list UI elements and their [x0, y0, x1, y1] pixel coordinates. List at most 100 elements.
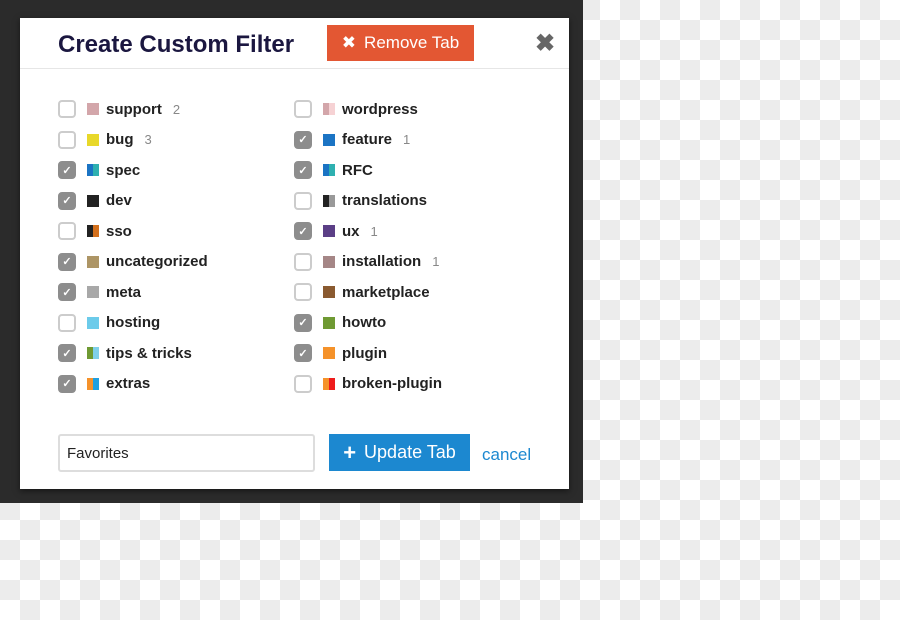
- swatch-color: [323, 286, 335, 299]
- filter-item[interactable]: ✓ ux 1: [294, 216, 442, 247]
- filter-checkbox[interactable]: [58, 130, 76, 149]
- filter-label: hosting: [106, 314, 161, 332]
- label-color-swatch: [323, 133, 335, 146]
- label-color-swatch: [87, 347, 99, 360]
- cancel-link[interactable]: cancel: [482, 445, 531, 465]
- filter-item[interactable]: marketplace: [294, 277, 442, 308]
- filter-item[interactable]: sso: [58, 216, 208, 247]
- filter-label: installation: [342, 253, 422, 271]
- filter-count: 2: [172, 101, 181, 117]
- filter-checkbox[interactable]: ✓: [58, 161, 76, 180]
- swatch-color: [93, 164, 99, 177]
- filter-label: plugin: [342, 344, 387, 362]
- filter-label: tips & tricks: [106, 344, 192, 362]
- filter-item[interactable]: ✓ plugin: [294, 338, 442, 369]
- label-color-swatch: [87, 316, 99, 329]
- filter-list-left: support 2 bug 3 ✓ spec ✓ dev sso ✓ uncategorized ✓ m…: [58, 94, 208, 399]
- create-custom-filter-dialog: Create Custom Filter ✖ Remove Tab ✖ suppo…: [20, 18, 569, 489]
- filter-label: bug: [106, 131, 134, 149]
- swatch-color: [93, 225, 99, 238]
- filter-checkbox[interactable]: ✓: [294, 161, 312, 180]
- swatch-color: [87, 316, 99, 329]
- filter-label: ux: [342, 222, 360, 240]
- filter-checkbox[interactable]: ✓: [294, 313, 312, 332]
- filter-label: support: [106, 100, 162, 118]
- filter-checkbox[interactable]: [294, 100, 312, 119]
- filter-label: uncategorized: [106, 253, 208, 271]
- filter-item[interactable]: bug 3: [58, 125, 208, 156]
- swatch-color: [323, 347, 335, 360]
- filter-label: dev: [106, 192, 132, 210]
- filter-checkbox[interactable]: ✓: [58, 191, 76, 210]
- remove-tab-label: Remove Tab: [364, 33, 460, 52]
- swatch-color: [87, 133, 99, 146]
- filter-item[interactable]: hosting: [58, 308, 208, 339]
- filter-checkbox[interactable]: [294, 252, 312, 271]
- filter-item[interactable]: installation 1: [294, 247, 442, 278]
- label-color-swatch: [323, 377, 335, 390]
- filter-item[interactable]: ✓ RFC: [294, 155, 442, 186]
- filter-item[interactable]: support 2: [58, 94, 208, 125]
- filter-count: 3: [144, 132, 152, 148]
- update-tab-label: Update Tab: [364, 442, 456, 462]
- label-color-swatch: [87, 286, 99, 299]
- filter-item[interactable]: ✓ meta: [58, 277, 208, 308]
- label-color-swatch: [323, 286, 335, 299]
- dialog-title: Create Custom Filter: [58, 31, 295, 58]
- filter-item[interactable]: ✓ tips & tricks: [58, 338, 208, 369]
- filter-checkbox[interactable]: ✓: [58, 252, 76, 271]
- filter-checkbox[interactable]: ✓: [294, 130, 312, 149]
- swatch-color: [87, 194, 99, 207]
- filter-label: broken-plugin: [342, 375, 442, 393]
- label-color-swatch: [323, 164, 335, 177]
- filter-checkbox[interactable]: ✓: [58, 344, 76, 363]
- tab-name-input[interactable]: [58, 434, 315, 472]
- label-color-swatch: [87, 194, 99, 207]
- dialog-header: Create Custom Filter ✖ Remove Tab ✖: [20, 18, 569, 69]
- filter-item[interactable]: ✓ spec: [58, 155, 208, 186]
- filter-label: translations: [342, 192, 428, 210]
- swatch-color: [329, 103, 335, 116]
- label-color-swatch: [87, 377, 99, 390]
- filter-label: marketplace: [342, 283, 430, 301]
- filter-label: wordpress: [342, 100, 418, 118]
- filter-item[interactable]: wordpress: [294, 94, 442, 125]
- label-color-swatch: [323, 225, 335, 238]
- filter-checkbox[interactable]: ✓: [294, 344, 312, 363]
- filter-label: howto: [342, 314, 387, 332]
- swatch-color: [329, 377, 335, 390]
- filter-label: extras: [106, 375, 151, 393]
- swatch-color: [87, 255, 99, 268]
- filter-item[interactable]: ✓ feature 1: [294, 125, 442, 156]
- filter-checkbox[interactable]: [294, 374, 312, 393]
- filter-checkbox[interactable]: ✓: [294, 222, 312, 241]
- filter-item[interactable]: ✓ howto: [294, 308, 442, 339]
- filter-checkbox[interactable]: ✓: [58, 283, 76, 302]
- x-icon: ✖: [341, 33, 357, 52]
- filter-item[interactable]: broken-plugin: [294, 369, 442, 400]
- filter-item[interactable]: ✓ dev: [58, 186, 208, 217]
- close-icon[interactable]: ✖: [535, 32, 555, 56]
- filter-count: 1: [370, 223, 378, 239]
- label-color-swatch: [87, 133, 99, 146]
- filter-count: 1: [403, 132, 411, 148]
- filter-checkbox[interactable]: ✓: [58, 374, 76, 393]
- label-color-swatch: [323, 316, 335, 329]
- remove-tab-button[interactable]: ✖ Remove Tab: [327, 25, 474, 61]
- label-color-swatch: [323, 103, 335, 116]
- filter-label: sso: [106, 222, 132, 240]
- filter-item[interactable]: ✓ uncategorized: [58, 247, 208, 278]
- update-tab-button[interactable]: + Update Tab: [329, 434, 470, 471]
- filter-checkbox[interactable]: [58, 222, 76, 241]
- filter-item[interactable]: ✓ extras: [58, 369, 208, 400]
- filter-item[interactable]: translations: [294, 186, 442, 217]
- filter-checkbox[interactable]: [294, 191, 312, 210]
- filter-checkbox[interactable]: [294, 283, 312, 302]
- swatch-color: [323, 133, 335, 146]
- swatch-color: [323, 255, 335, 268]
- filter-list-right: wordpress ✓ feature 1 ✓ RFC translations ✓ ux 1 in…: [294, 94, 442, 399]
- label-color-swatch: [87, 103, 99, 116]
- swatch-color: [93, 377, 99, 390]
- filter-checkbox[interactable]: [58, 100, 76, 119]
- filter-checkbox[interactable]: [58, 313, 76, 332]
